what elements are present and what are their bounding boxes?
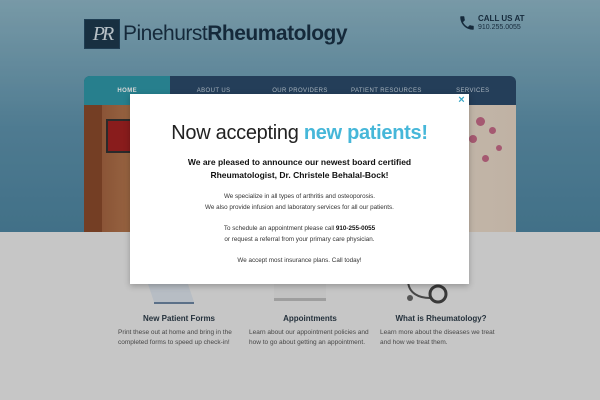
services-line: We specialize in all types of arthritis … [223,193,376,200]
modal-schedule-text: To schedule an appointment please call 9… [130,224,469,245]
modal-title: Now accepting new patients! [130,122,469,145]
announce-line: Rheumatologist, Dr. Christele Behalal-Bo… [210,170,389,180]
modal-title-accent: new patients! [303,122,428,144]
schedule-phone[interactable]: 910-255-0055 [336,225,375,232]
close-icon[interactable]: × [457,95,466,106]
modal-insurance-text: We accept most insurance plans. Call tod… [237,257,362,264]
announcement-modal: × Now accepting new patients! We are ple… [130,94,469,284]
announce-line: We are pleased to announce our newest bo… [187,157,412,167]
modal-title-plain: Now accepting [171,122,304,144]
modal-services-text: We specialize in all types of arthritis … [130,192,469,213]
schedule-line: or request a referral from your primary … [224,235,375,243]
schedule-line: To schedule an appointment please call 9… [130,224,469,235]
schedule-prefix: To schedule an appointment please call [223,225,336,232]
modal-announcement: We are pleased to announce our newest bo… [130,156,469,182]
services-line: We also provide infusion and laboratory … [205,203,394,211]
